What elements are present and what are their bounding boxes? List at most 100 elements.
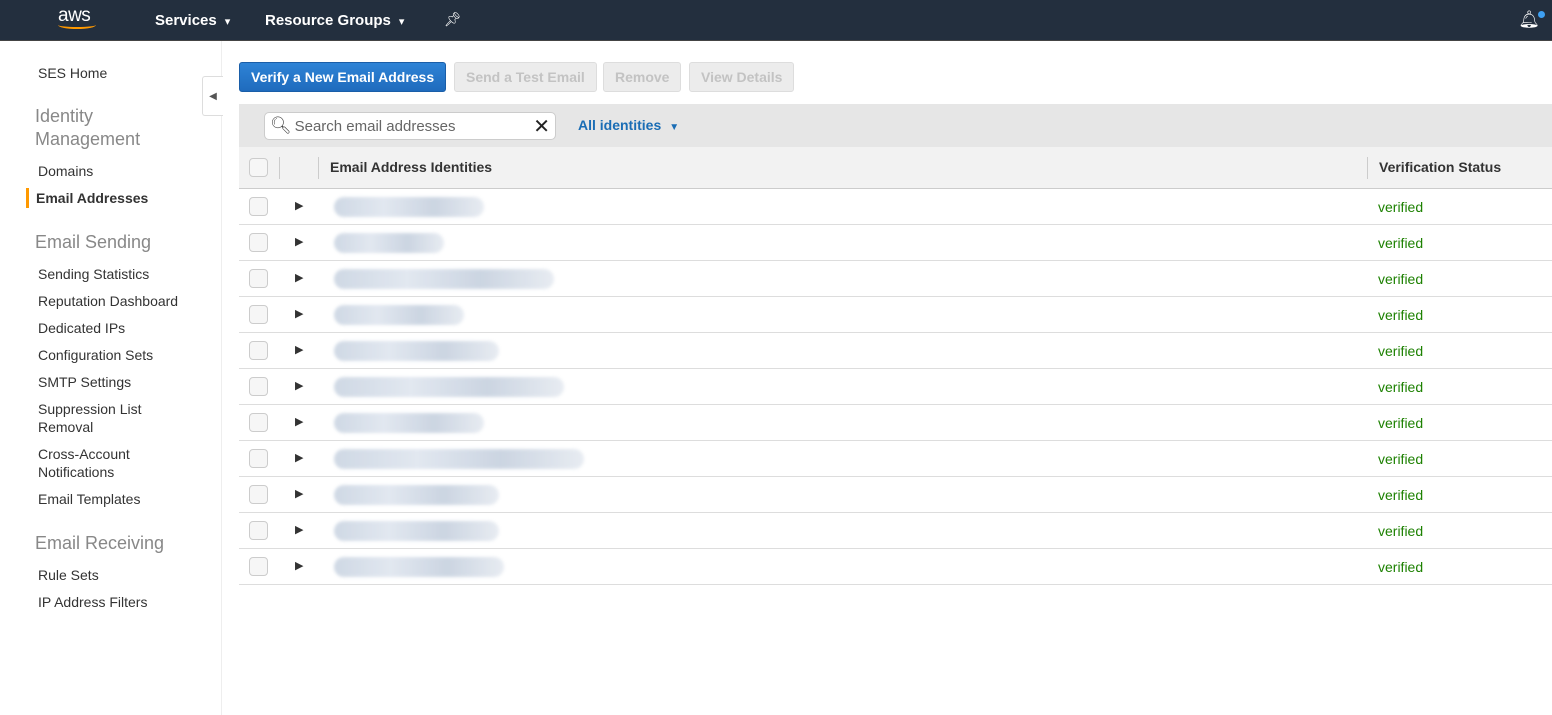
expand-caret-icon[interactable]: ▶ <box>295 271 303 284</box>
expand-caret-icon[interactable]: ▶ <box>295 343 303 356</box>
bell-icon[interactable]: 🔔︎ <box>1518 10 1545 30</box>
table-row[interactable]: ▶ verified <box>239 297 1552 333</box>
table-header: Email Address Identities Verification St… <box>239 147 1552 189</box>
verification-status: verified <box>1378 271 1424 287</box>
row-checkbox[interactable] <box>249 341 268 360</box>
sidebar-item-configuration-sets[interactable]: Configuration Sets <box>38 346 153 364</box>
verification-status: verified <box>1378 451 1424 467</box>
row-checkbox[interactable] <box>249 413 268 432</box>
select-all-checkbox[interactable] <box>249 158 268 177</box>
table-row[interactable]: ▶ verified <box>239 513 1552 549</box>
row-checkbox[interactable] <box>249 485 268 504</box>
resource-groups-menu[interactable]: Resource Groups ▾ <box>265 12 404 29</box>
sidebar-item-ip-address-filters[interactable]: IP Address Filters <box>38 593 147 611</box>
verification-status: verified <box>1378 307 1424 323</box>
verification-status: verified <box>1378 379 1424 395</box>
expand-caret-icon[interactable]: ▶ <box>295 307 303 320</box>
sidebar-item-rule-sets[interactable]: Rule Sets <box>38 566 99 584</box>
clear-search-icon[interactable]: ✕ <box>533 114 550 139</box>
row-checkbox[interactable] <box>249 557 268 576</box>
sidebar-item-email-templates[interactable]: Email Templates <box>38 490 140 508</box>
redacted-email-address[interactable] <box>334 449 584 469</box>
services-menu[interactable]: Services ▾ <box>155 12 230 29</box>
verification-status: verified <box>1378 199 1424 215</box>
sidebar-item-suppression-list-removal[interactable]: Suppression List Removal <box>38 400 158 436</box>
expand-caret-icon[interactable]: ▶ <box>295 379 303 392</box>
expand-caret-icon[interactable]: ▶ <box>295 451 303 464</box>
redacted-email-address[interactable] <box>334 485 499 505</box>
table-row[interactable]: ▶ verified <box>239 405 1552 441</box>
divider <box>279 157 280 179</box>
section-identity-management: Identity Management <box>35 106 141 149</box>
chevron-down-icon: ▾ <box>398 16 405 28</box>
collapse-sidebar-button[interactable]: ◀ <box>202 76 223 116</box>
redacted-email-address[interactable] <box>334 521 499 541</box>
table-row[interactable]: ▶ verified <box>239 477 1552 513</box>
table-row[interactable]: ▶ verified <box>239 333 1552 369</box>
column-verification-status[interactable]: Verification Status <box>1379 159 1501 175</box>
top-nav-bar: aws Services ▾ Resource Groups ▾ 📌︎ 🔔︎ <box>0 0 1552 41</box>
verification-status: verified <box>1378 235 1424 251</box>
chevron-down-icon: ▼ <box>669 122 680 133</box>
redacted-email-address[interactable] <box>334 377 564 397</box>
row-checkbox[interactable] <box>249 449 268 468</box>
verification-status: verified <box>1378 559 1424 575</box>
filter-bar: 🔍︎ ✕ All identities▼ <box>239 104 1552 147</box>
table-row[interactable]: ▶ verified <box>239 441 1552 477</box>
sidebar-item-reputation-dashboard[interactable]: Reputation Dashboard <box>38 292 178 310</box>
sidebar-item-dedicated-ips[interactable]: Dedicated IPs <box>38 319 125 337</box>
redacted-email-address[interactable] <box>334 305 464 325</box>
row-checkbox[interactable] <box>249 377 268 396</box>
table-row[interactable]: ▶ verified <box>239 261 1552 297</box>
expand-caret-icon[interactable]: ▶ <box>295 559 303 572</box>
expand-caret-icon[interactable]: ▶ <box>295 487 303 500</box>
row-checkbox[interactable] <box>249 305 268 324</box>
sidebar-item-email-addresses[interactable]: Email Addresses <box>36 189 148 207</box>
verification-status: verified <box>1378 523 1424 539</box>
sidebar-item-ses-home[interactable]: SES Home <box>38 64 107 82</box>
row-checkbox[interactable] <box>249 233 268 252</box>
verify-email-button[interactable]: Verify a New Email Address <box>239 62 447 92</box>
table-row[interactable]: ▶ verified <box>239 549 1552 585</box>
section-email-receiving: Email Receiving <box>35 533 165 553</box>
redacted-email-address[interactable] <box>334 413 484 433</box>
row-checkbox[interactable] <box>249 197 268 216</box>
redacted-email-address[interactable] <box>334 557 504 577</box>
expand-caret-icon[interactable]: ▶ <box>295 199 303 212</box>
verification-status: verified <box>1378 415 1424 431</box>
sidebar-item-domains[interactable]: Domains <box>38 162 93 180</box>
redacted-email-address[interactable] <box>334 269 554 289</box>
redacted-email-address[interactable] <box>334 233 444 253</box>
verification-status: verified <box>1378 487 1424 503</box>
sidebar-item-sending-statistics[interactable]: Sending Statistics <box>38 265 149 283</box>
column-email-address-identities[interactable]: Email Address Identities <box>330 159 492 175</box>
sidebar: SES Home Identity Management Domains Ema… <box>0 41 222 715</box>
search-icon: 🔍︎ <box>270 116 292 135</box>
sidebar-item-cross-account-notifications[interactable]: Cross-Account Notifications <box>38 445 148 481</box>
redacted-email-address[interactable] <box>334 341 499 361</box>
divider <box>318 157 319 179</box>
expand-caret-icon[interactable]: ▶ <box>295 235 303 248</box>
search-box: 🔍︎ ✕ <box>264 112 556 140</box>
divider <box>1367 157 1368 179</box>
redacted-email-address[interactable] <box>334 197 484 217</box>
chevron-down-icon: ▾ <box>224 16 231 28</box>
section-email-sending: Email Sending <box>35 232 152 252</box>
view-details-button[interactable]: View Details <box>689 62 795 92</box>
table-row[interactable]: ▶ verified <box>239 189 1552 225</box>
expand-caret-icon[interactable]: ▶ <box>295 415 303 428</box>
identities-dropdown[interactable]: All identities ▼ <box>578 117 679 133</box>
remove-button[interactable]: Remove <box>603 62 682 92</box>
sidebar-item-smtp-settings[interactable]: SMTP Settings <box>38 373 131 391</box>
row-checkbox[interactable] <box>249 521 268 540</box>
table-row[interactable]: ▶ verified <box>239 225 1552 261</box>
pin-icon[interactable]: 📌︎ <box>444 11 462 28</box>
caret-left-icon: ◀ <box>209 90 217 102</box>
row-checkbox[interactable] <box>249 269 268 288</box>
table-row[interactable]: ▶ verified <box>239 369 1552 405</box>
send-test-email-button[interactable]: Send a Test Email <box>454 62 597 92</box>
aws-logo[interactable]: aws <box>58 5 96 29</box>
notification-dot <box>1538 11 1545 18</box>
expand-caret-icon[interactable]: ▶ <box>295 523 303 536</box>
search-input[interactable] <box>294 117 534 135</box>
